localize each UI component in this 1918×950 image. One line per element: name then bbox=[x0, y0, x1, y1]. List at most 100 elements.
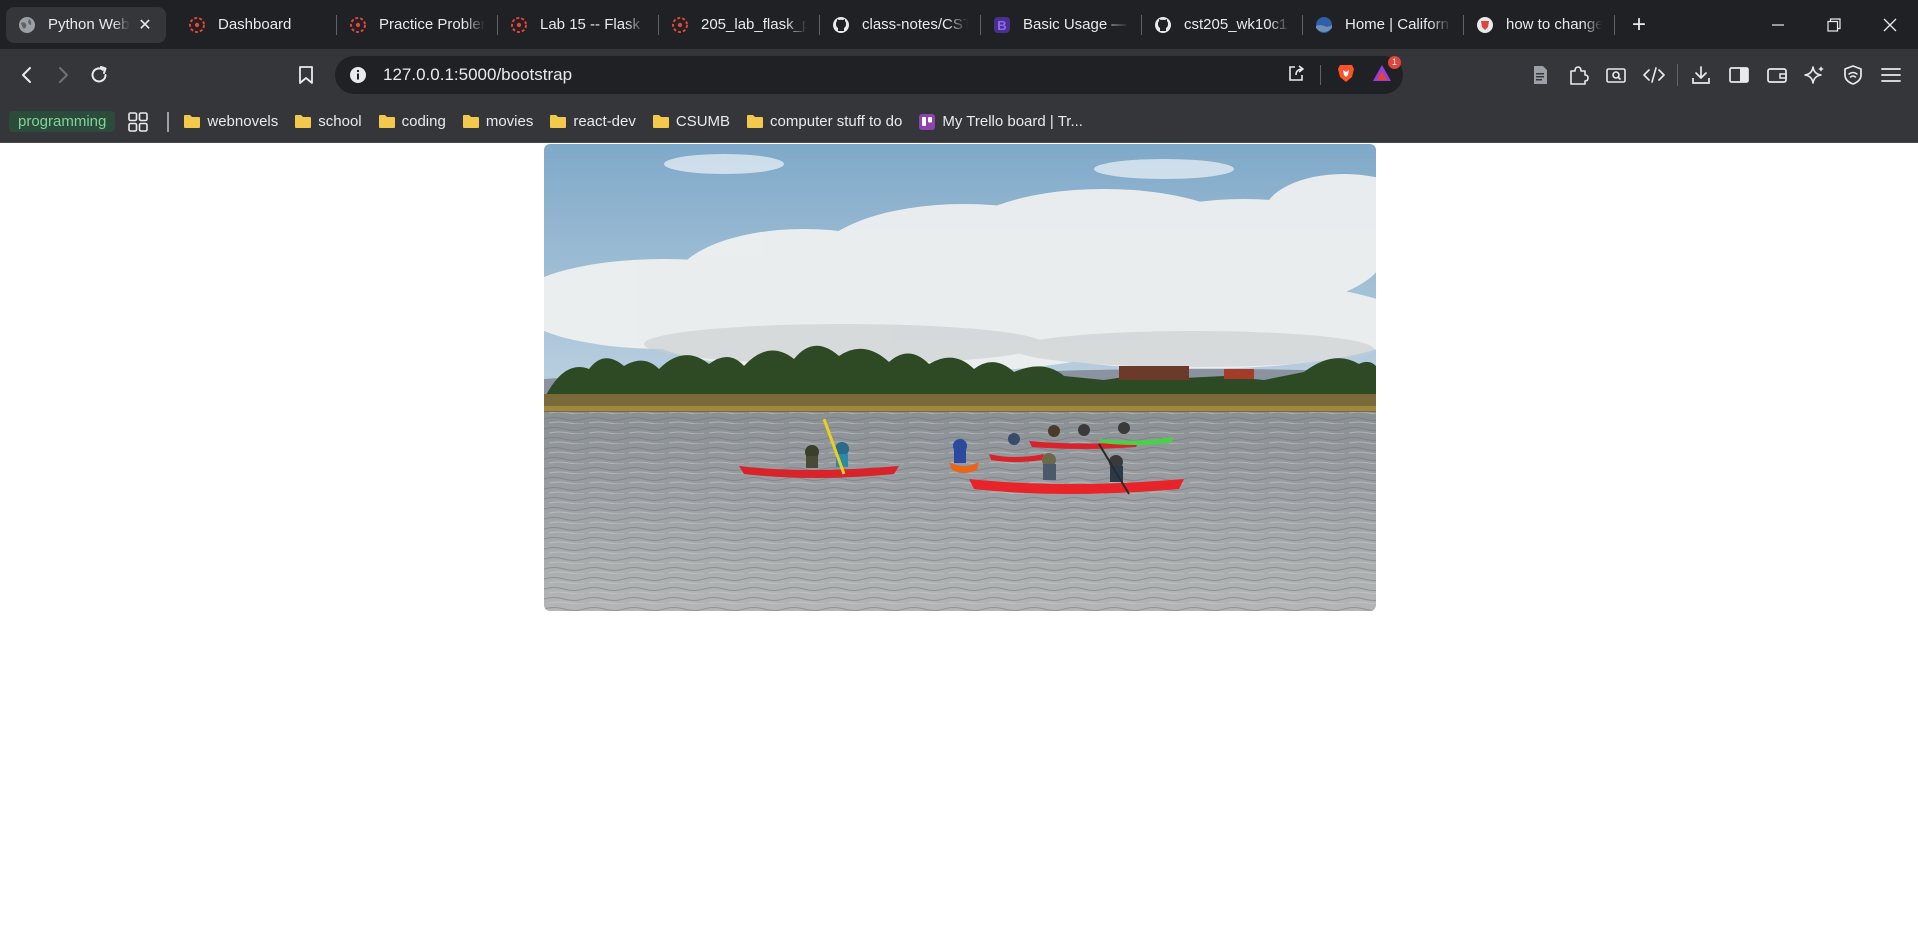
download-icon bbox=[1692, 66, 1710, 84]
brave-shields-icon[interactable] bbox=[1335, 62, 1357, 89]
bookmarks-bar: programming webnovels school coding movi… bbox=[0, 101, 1918, 143]
navigation-toolbar: 127.0.0.1:5000/bootstrap 1 bbox=[0, 49, 1918, 101]
downloads-button[interactable] bbox=[1682, 57, 1720, 93]
url-text[interactable]: 127.0.0.1:5000/bootstrap bbox=[383, 65, 572, 85]
svg-text:B: B bbox=[997, 18, 1006, 33]
forward-button[interactable] bbox=[45, 57, 81, 93]
folder-icon bbox=[295, 115, 312, 128]
folder-icon bbox=[652, 115, 669, 128]
sidebar-button[interactable] bbox=[1720, 57, 1758, 93]
tab-title: Practice Problems bbox=[379, 16, 485, 33]
wallet-icon bbox=[1767, 68, 1787, 83]
leo-ai-button[interactable] bbox=[1796, 57, 1834, 93]
tab-title: class-notes/CST bbox=[862, 16, 968, 33]
bookmark-page-button[interactable] bbox=[288, 57, 324, 93]
tab-title: Dashboard bbox=[218, 16, 292, 33]
canvas-icon bbox=[188, 16, 206, 34]
close-icon bbox=[1883, 18, 1897, 31]
vpn-button[interactable] bbox=[1834, 57, 1872, 93]
bookmark-label: computer stuff to do bbox=[770, 113, 903, 130]
minimize-button[interactable] bbox=[1750, 0, 1806, 49]
hamburger-menu-icon bbox=[1881, 68, 1901, 82]
bookmark-label: webnovels bbox=[207, 113, 279, 130]
restore-icon bbox=[1827, 17, 1841, 32]
tab-dashboard[interactable]: Dashboard bbox=[176, 7, 336, 43]
tab-separator bbox=[1614, 14, 1615, 35]
tab-how-to-change[interactable]: how to change bbox=[1464, 7, 1614, 43]
tab-lab-15[interactable]: Lab 15 -- Flask bbox=[498, 7, 658, 43]
site-info-icon[interactable] bbox=[349, 66, 367, 89]
bookmark-label: react-dev bbox=[573, 113, 636, 130]
hero-image bbox=[544, 144, 1376, 611]
apps-grid-icon bbox=[128, 111, 149, 132]
bookmark-label: school bbox=[318, 113, 362, 130]
trello-icon bbox=[919, 113, 936, 130]
folder-icon bbox=[747, 115, 764, 128]
tab-class-notes[interactable]: class-notes/CST bbox=[820, 7, 980, 43]
bookmark-folder-computer-stuff[interactable]: computer stuff to do bbox=[738, 107, 910, 137]
bootstrap-icon: B bbox=[993, 16, 1011, 34]
tab-title: cst205_wk10c1 bbox=[1184, 16, 1288, 33]
bookmark-trello-board[interactable]: My Trello board | Tr... bbox=[910, 107, 1091, 137]
window-controls bbox=[1750, 0, 1918, 49]
canvas-icon bbox=[510, 16, 528, 34]
extensions-button[interactable] bbox=[1559, 57, 1597, 93]
divider bbox=[1320, 65, 1321, 85]
puzzle-icon bbox=[1570, 66, 1589, 85]
globe-icon bbox=[18, 16, 36, 34]
tab-title: how to change bbox=[1506, 16, 1602, 33]
tab-205-lab-flask[interactable]: 205_lab_flask_p bbox=[659, 7, 819, 43]
tab-home-california[interactable]: Home | Californ bbox=[1303, 7, 1463, 43]
bookmark-folder-csumb[interactable]: CSUMB bbox=[644, 107, 738, 137]
apps-button[interactable] bbox=[115, 107, 161, 137]
tab-title: Home | Californ bbox=[1345, 16, 1449, 33]
forward-arrow-icon bbox=[59, 67, 68, 83]
shield-icon bbox=[1844, 65, 1862, 85]
tab-title: Python Web Development bbox=[48, 16, 130, 33]
share-icon[interactable] bbox=[1286, 63, 1306, 88]
tab-cst205-wk10[interactable]: cst205_wk10c1 bbox=[1142, 7, 1302, 43]
github-icon bbox=[1154, 16, 1172, 34]
screenshot-search-button[interactable] bbox=[1597, 57, 1635, 93]
divider bbox=[167, 111, 170, 132]
tab-title: 205_lab_flask_p bbox=[701, 16, 807, 33]
reload-icon bbox=[91, 66, 107, 83]
restore-button[interactable] bbox=[1806, 0, 1862, 49]
tab-basic-usage[interactable]: B Basic Usage — bbox=[981, 7, 1141, 43]
close-tab-icon[interactable]: ✕ bbox=[136, 16, 154, 34]
code-icon bbox=[1643, 67, 1665, 83]
document-icon bbox=[1534, 66, 1547, 84]
kayakers-photo bbox=[544, 144, 1376, 611]
bookmark-icon bbox=[299, 66, 313, 84]
earth-icon bbox=[1315, 16, 1333, 34]
back-arrow-icon bbox=[22, 67, 31, 83]
tab-title: Lab 15 -- Flask bbox=[540, 16, 641, 33]
folder-icon bbox=[462, 115, 479, 128]
bookmark-label: movies bbox=[485, 113, 534, 130]
menu-button[interactable] bbox=[1872, 57, 1910, 93]
tab-group-chip[interactable]: programming bbox=[9, 111, 116, 132]
brave-rewards-icon[interactable]: 1 bbox=[1371, 55, 1401, 89]
minimize-icon bbox=[1772, 23, 1784, 26]
address-bar[interactable]: 127.0.0.1:5000/bootstrap 1 bbox=[335, 55, 1403, 94]
new-tab-button[interactable]: + bbox=[1621, 7, 1657, 43]
bookmark-folder-webnovels[interactable]: webnovels bbox=[175, 107, 286, 137]
bookmark-folder-react-dev[interactable]: react-dev bbox=[541, 107, 644, 137]
toolbar-actions bbox=[1521, 57, 1910, 93]
bookmark-label: My Trello board | Tr... bbox=[942, 113, 1083, 130]
rewards-badge: 1 bbox=[1388, 55, 1401, 69]
tab-python-web[interactable]: Python Web Development ✕ bbox=[6, 6, 166, 43]
developer-tools-button[interactable] bbox=[1635, 57, 1673, 93]
bookmark-folder-coding[interactable]: coding bbox=[370, 107, 454, 137]
back-button[interactable] bbox=[9, 57, 45, 93]
bookmark-folder-movies[interactable]: movies bbox=[454, 107, 542, 137]
wallet-button[interactable] bbox=[1758, 57, 1796, 93]
reload-button[interactable] bbox=[81, 57, 117, 93]
bookmark-folder-school[interactable]: school bbox=[286, 107, 369, 137]
close-window-button[interactable] bbox=[1862, 0, 1918, 49]
browser-chrome: Python Web Development ✕ Dashboard Pract… bbox=[0, 0, 1918, 143]
tab-practice-problems[interactable]: Practice Problems bbox=[337, 7, 497, 43]
canvas-icon bbox=[349, 16, 367, 34]
tab-strip: Python Web Development ✕ Dashboard Pract… bbox=[0, 0, 1918, 49]
reading-list-button[interactable] bbox=[1521, 57, 1559, 93]
